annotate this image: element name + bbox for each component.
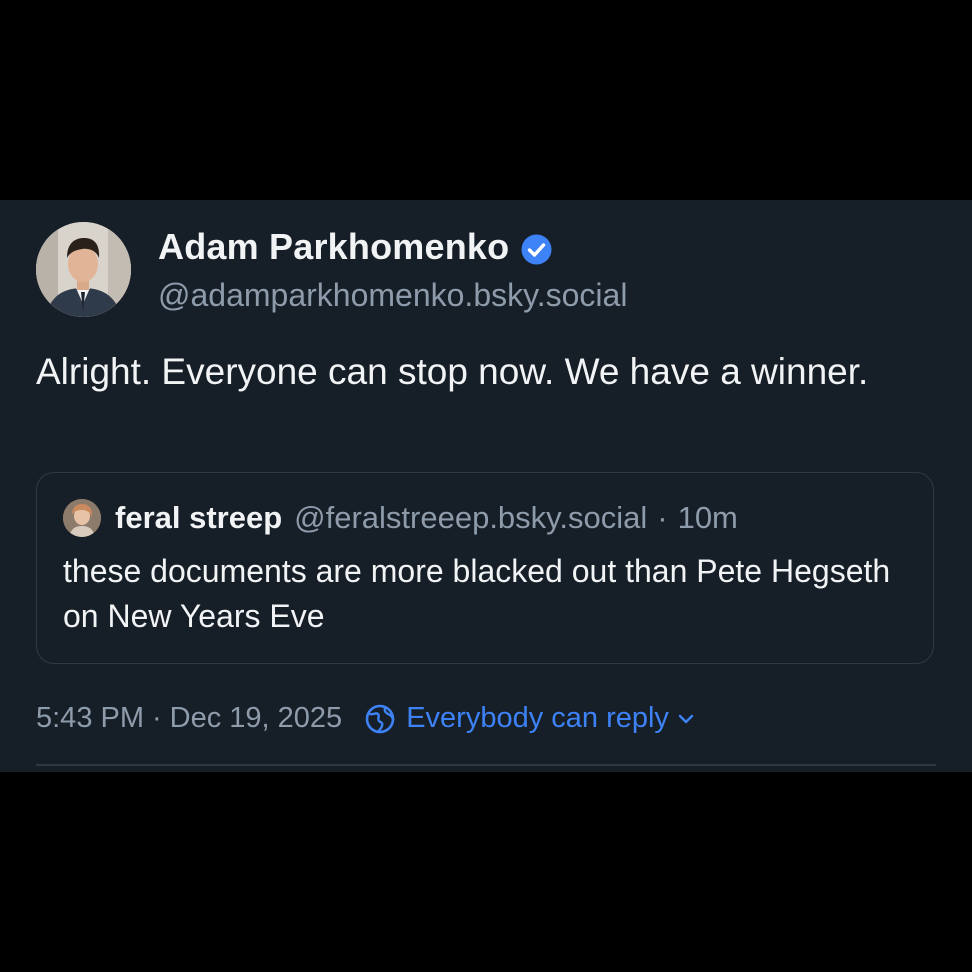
verified-badge-icon[interactable] xyxy=(521,232,552,264)
quoted-author-name[interactable]: feral streep xyxy=(115,500,282,536)
quoted-author-handle[interactable]: @feralstreeep.bsky.social xyxy=(294,500,647,536)
author-avatar[interactable] xyxy=(36,222,131,317)
quoted-post-header: feral streep @feralstreeep.bsky.social ·… xyxy=(63,499,738,537)
globe-icon xyxy=(365,704,395,733)
quoted-post[interactable]: feral streep @feralstreeep.bsky.social ·… xyxy=(36,472,934,664)
quoted-author-avatar[interactable] xyxy=(63,499,101,537)
quoted-post-age: 10m xyxy=(677,500,738,535)
post-divider xyxy=(36,764,936,766)
author-name-text: Adam Parkhomenko xyxy=(158,226,510,267)
quoted-post-text: these documents are more blacked out tha… xyxy=(63,553,891,634)
quoted-separator: · xyxy=(657,500,668,535)
reply-setting-label: Everybody can reply xyxy=(406,702,669,734)
author-avatar-image xyxy=(36,222,131,317)
post-time: 5:43 PM xyxy=(36,702,144,734)
post-meta: 5:43 PM · Dec 19, 2025 Everybody can rep… xyxy=(36,702,695,735)
post-card: Adam Parkhomenko @adamparkhomenko.bsky.s… xyxy=(0,200,972,772)
chevron-down-icon xyxy=(678,714,694,723)
author-handle[interactable]: @adamparkhomenko.bsky.social xyxy=(158,277,627,314)
post-date: Dec 19, 2025 xyxy=(169,702,343,734)
reply-setting-button[interactable]: Everybody can reply xyxy=(364,702,695,735)
author-name[interactable]: Adam Parkhomenko xyxy=(158,226,552,268)
post-text: Alright. Everyone can stop now. We have … xyxy=(36,351,869,392)
meta-separator: · xyxy=(152,702,162,734)
screenshot-canvas: Adam Parkhomenko @adamparkhomenko.bsky.s… xyxy=(0,0,972,972)
